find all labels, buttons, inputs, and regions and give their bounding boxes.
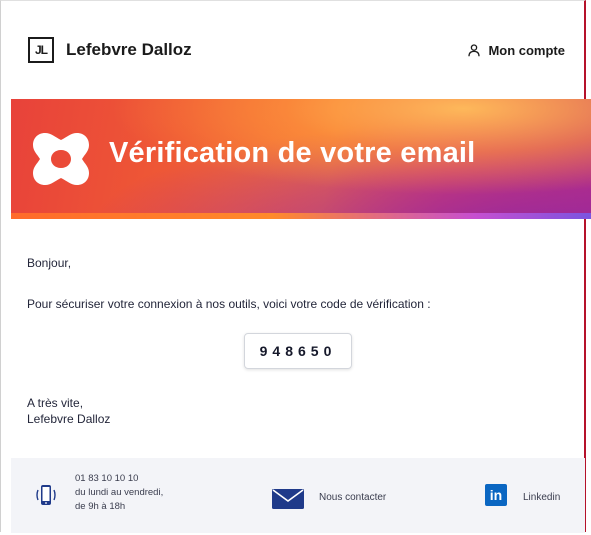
email-footer: 01 83 10 10 10 du lundi au vendredi, de …	[11, 458, 585, 533]
phone-info: 01 83 10 10 10 du lundi au vendredi, de …	[75, 472, 163, 514]
verification-code[interactable]: 948650	[244, 333, 352, 369]
message-text: Pour sécuriser votre connexion à nos out…	[27, 297, 431, 311]
account-label: Mon compte	[488, 42, 565, 58]
brand-x-icon	[33, 133, 89, 185]
linkedin-link[interactable]: Linkedin	[523, 492, 560, 503]
email-header: JL Lefebvre Dalloz Mon compte	[11, 1, 579, 99]
greeting-text: Bonjour,	[27, 256, 72, 270]
brand[interactable]: JL Lefebvre Dalloz	[28, 37, 192, 63]
contact-link[interactable]: Nous contacter	[319, 492, 386, 503]
brand-name: Lefebvre Dalloz	[66, 40, 192, 59]
user-icon	[468, 43, 481, 56]
envelope-icon[interactable]	[271, 488, 305, 510]
banner-stripe	[11, 213, 591, 219]
banner-title: Vérification de votre email	[109, 137, 476, 169]
hours-line-2: de 9h à 18h	[75, 501, 126, 512]
title-banner: Vérification de votre email	[11, 99, 591, 219]
email-frame: JL Lefebvre Dalloz Mon compte Vérificati…	[0, 0, 591, 533]
phone-number[interactable]: 01 83 10 10 10	[75, 472, 163, 486]
account-link[interactable]: Mon compte	[468, 43, 565, 58]
phone-icon[interactable]	[33, 482, 59, 510]
signoff-line-2: Lefebvre Dalloz	[27, 412, 111, 426]
brand-logo-icon: JL	[28, 37, 54, 63]
linkedin-icon[interactable]: in	[485, 484, 507, 506]
hours-line-1: du lundi au vendredi,	[75, 487, 164, 498]
signoff-line-1: A très vite,	[27, 396, 84, 410]
signoff: A très vite, Lefebvre Dalloz	[27, 395, 110, 427]
